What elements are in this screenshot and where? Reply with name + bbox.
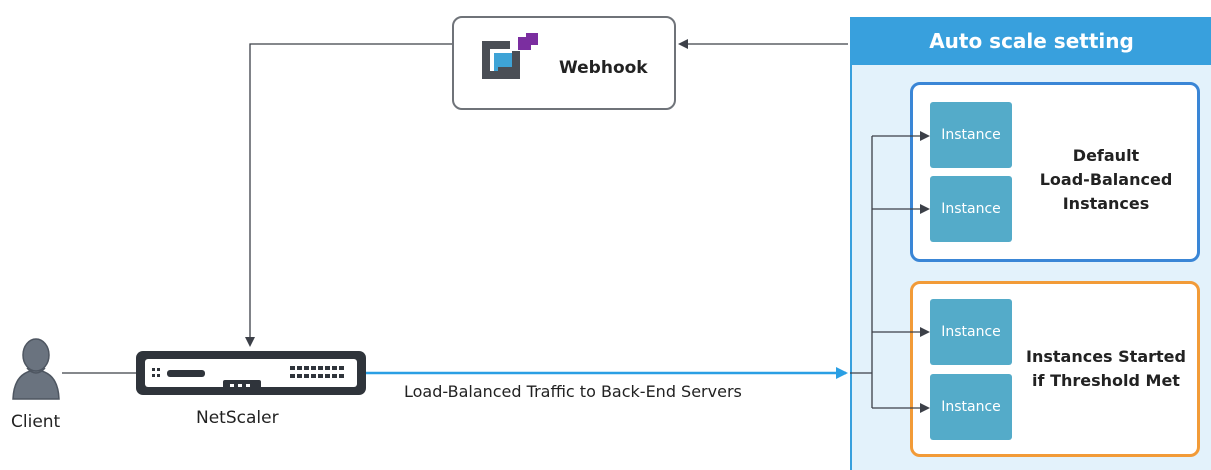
client-label: Client	[11, 412, 61, 432]
traffic-label: Load-Balanced Traffic to Back-End Server…	[404, 382, 742, 401]
appliance-icon	[136, 351, 366, 395]
webhook-logo-icon	[482, 33, 538, 79]
webhook-to-netscaler-arrow	[245, 43, 452, 347]
webhook-label: Webhook	[559, 58, 648, 78]
user-icon	[12, 338, 60, 400]
netscaler-label: NetScaler	[196, 408, 279, 428]
